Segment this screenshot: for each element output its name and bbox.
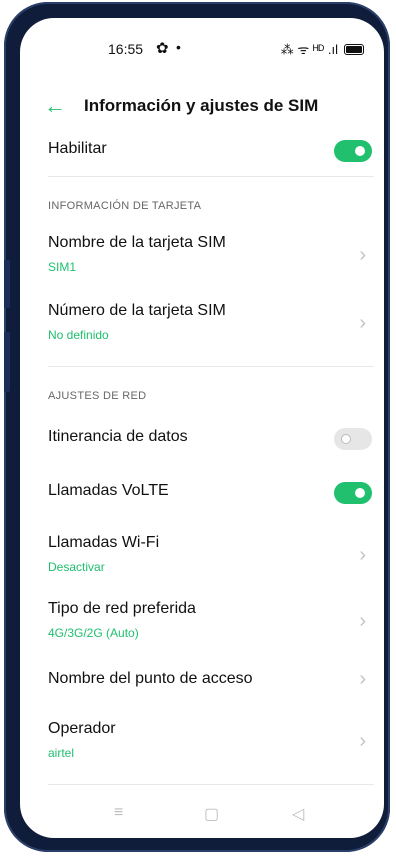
- header: ← Información y ajustes de SIM: [20, 88, 384, 128]
- signal-wifi-icons: ⁂ ᯤ ᴴᴰ .ıl: [280, 42, 338, 57]
- status-icons: ⁂ ᯤ ᴴᴰ .ıl: [281, 40, 364, 58]
- roaming-toggle[interactable]: [334, 428, 372, 450]
- chevron-right-icon: ›: [359, 544, 366, 566]
- volte-label: Llamadas VoLTE: [48, 482, 169, 499]
- chevron-right-icon: ›: [359, 610, 366, 632]
- list-item-sim-name[interactable]: Nombre de la tarjeta SIM SIM1 ›: [20, 232, 384, 282]
- divider: [48, 176, 374, 177]
- menu-icon[interactable]: ≡: [114, 804, 123, 822]
- item-value: Desactivar: [48, 560, 105, 574]
- list-item-sim-number[interactable]: Número de la tarjeta SIM No definido ›: [20, 300, 384, 350]
- enable-toggle[interactable]: [334, 140, 372, 162]
- phone-frame: 16:55 ✿ • ⁂ ᯤ ᴴᴰ .ıl ← Información y aju…: [4, 2, 390, 852]
- item-value: 4G/3G/2G (Auto): [48, 626, 139, 640]
- toggle-knob: [355, 488, 365, 498]
- chevron-right-icon: ›: [359, 244, 366, 266]
- item-label: Nombre de la tarjeta SIM: [48, 234, 226, 251]
- chevron-right-icon: ›: [359, 730, 366, 752]
- roaming-label: Itinerancia de datos: [48, 428, 188, 445]
- item-label: Llamadas Wi-Fi: [48, 534, 160, 551]
- enable-label: Habilitar: [48, 140, 107, 157]
- status-time: 16:55: [108, 41, 144, 57]
- status-bar: 16:55 ✿ • ⁂ ᯤ ᴴᴰ .ıl: [20, 38, 384, 62]
- volume-up-button: [4, 260, 10, 308]
- list-item-apn[interactable]: Nombre del punto de acceso ›: [20, 666, 384, 696]
- back-triangle-icon[interactable]: ◁: [292, 804, 304, 824]
- volte-row[interactable]: Llamadas VoLTE: [20, 478, 384, 508]
- item-value: SIM1: [48, 260, 77, 274]
- list-item-operator[interactable]: Operador airtel ›: [20, 718, 384, 768]
- list-item-wifi-calls[interactable]: Llamadas Wi-Fi Desactivar ›: [20, 532, 384, 582]
- chevron-right-icon: ›: [359, 668, 366, 690]
- back-arrow-icon[interactable]: ←: [44, 94, 66, 118]
- list-item-network-type[interactable]: Tipo de red preferida 4G/3G/2G (Auto) ›: [20, 598, 384, 648]
- volte-toggle[interactable]: [334, 482, 372, 504]
- toggle-knob: [341, 434, 351, 444]
- section-card-info: INFORMACIÓN DE TARJETA: [48, 200, 202, 212]
- divider: [48, 784, 374, 785]
- section-network: AJUSTES DE RED: [48, 390, 147, 402]
- notification-dot-icon: •: [176, 39, 181, 55]
- enable-row[interactable]: Habilitar: [20, 136, 384, 166]
- roaming-row[interactable]: Itinerancia de datos: [20, 424, 384, 454]
- page-title: Información y ajustes de SIM: [84, 96, 319, 115]
- screen: 16:55 ✿ • ⁂ ᯤ ᴴᴰ .ıl ← Información y aju…: [20, 18, 384, 838]
- item-label: Número de la tarjeta SIM: [48, 302, 226, 319]
- item-value: No definido: [48, 328, 109, 342]
- home-icon[interactable]: ▢: [204, 804, 219, 824]
- divider: [48, 366, 374, 367]
- item-label: Operador: [48, 720, 116, 737]
- volume-down-button: [4, 332, 10, 392]
- battery-icon: [344, 43, 364, 55]
- chevron-right-icon: ›: [359, 312, 366, 334]
- navigation-bar: ≡ ▢ ◁: [20, 794, 384, 838]
- toggle-knob: [355, 146, 365, 156]
- settings-gear-icon: ✿: [156, 40, 169, 57]
- item-label: Tipo de red preferida: [48, 600, 196, 617]
- item-value: airtel: [48, 746, 75, 760]
- item-label: Nombre del punto de acceso: [48, 670, 253, 687]
